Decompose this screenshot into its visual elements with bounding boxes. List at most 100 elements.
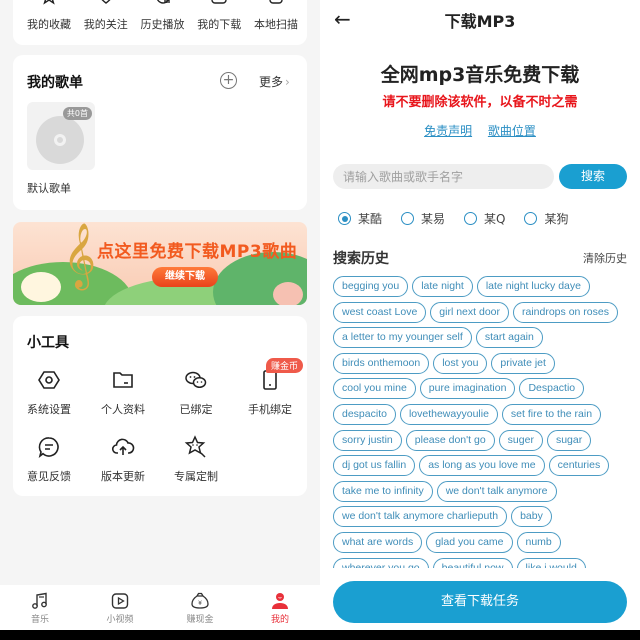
- history-chip[interactable]: Despactio: [519, 378, 585, 400]
- tool-label: 手机绑定: [248, 403, 292, 416]
- tool-customize[interactable]: 专属定制: [161, 435, 231, 484]
- radio-selected-icon: [338, 212, 351, 225]
- tool-settings[interactable]: 系统设置: [14, 368, 84, 417]
- history-chip[interactable]: we don't talk anymore: [436, 480, 557, 502]
- tab-earn-cash[interactable]: ¥ 赚现金: [160, 585, 240, 630]
- history-chip[interactable]: baby: [511, 506, 552, 528]
- history-row: despacito lovethewayyoulie set fire to the…: [333, 402, 633, 428]
- history-chip[interactable]: what are words: [333, 531, 423, 553]
- history-chip[interactable]: a letter to my younger self: [333, 327, 472, 349]
- source-option-kugou[interactable]: 某狗: [524, 210, 569, 227]
- tool-label: 系统设置: [27, 403, 71, 416]
- tool-profile[interactable]: 个人资料: [88, 368, 158, 417]
- search-button[interactable]: 搜索: [559, 164, 627, 189]
- search-input[interactable]: [333, 164, 554, 189]
- history-chip[interactable]: late night lucky daye: [476, 276, 590, 297]
- history-chip[interactable]: centuries: [548, 455, 610, 477]
- history-chip[interactable]: take me to infinity: [333, 480, 433, 502]
- history-chip[interactable]: lost you: [433, 352, 488, 374]
- disclaimer-link[interactable]: 免责声明: [424, 124, 472, 138]
- history-chip[interactable]: numb: [516, 531, 561, 553]
- source-label: 某Q: [484, 212, 506, 226]
- source-label: 某狗: [544, 212, 569, 226]
- history-chip[interactable]: pure imagination: [419, 378, 516, 400]
- quick-item-label: 我的下载: [197, 18, 242, 31]
- tab-short-video[interactable]: 小视频: [80, 585, 160, 630]
- history-chip[interactable]: please don't go: [405, 429, 495, 451]
- promo-banner[interactable]: 𝄞 点这里免费下载MP3歌曲 继续下载: [13, 222, 307, 305]
- tool-bound[interactable]: 已绑定: [161, 368, 231, 417]
- history-chip[interactable]: lovethewayyoulie: [399, 403, 498, 425]
- plus-circle-icon[interactable]: +: [220, 72, 237, 89]
- history-chip[interactable]: as long as you love me: [419, 455, 545, 477]
- history-chip[interactable]: sugar: [546, 429, 592, 451]
- disc-icon: [36, 116, 84, 164]
- quick-item-following[interactable]: 我的关注: [78, 0, 134, 32]
- folder-icon: [113, 372, 133, 388]
- history-chip[interactable]: dj got us fallin: [333, 455, 416, 477]
- download-mp3-page: ← 下载MP3 全网mp3音乐免费下载 请不要删除该软件，以备不时之需 免责声明…: [320, 0, 640, 630]
- history-chip[interactable]: birds onthemoon: [333, 352, 430, 374]
- history-chip[interactable]: begging you: [333, 276, 409, 297]
- star-icon: [43, 0, 55, 5]
- history-chip[interactable]: suger: [498, 429, 543, 451]
- chevron-right-icon: ›: [285, 75, 290, 89]
- tab-label: 音乐: [30, 615, 49, 625]
- tool-label: 专属定制: [174, 470, 218, 483]
- tool-label: 已绑定: [179, 403, 213, 416]
- clear-history-button[interactable]: 清除历史: [583, 250, 627, 266]
- tool-phone-binding[interactable]: 手机绑定: [235, 368, 305, 417]
- history-chip[interactable]: sorry justin: [333, 429, 402, 451]
- history-chip[interactable]: cool you mine: [333, 378, 416, 400]
- banner-decoration: [21, 272, 61, 302]
- user-icon: [272, 593, 288, 609]
- history-chip[interactable]: start again: [475, 327, 543, 349]
- history-chip[interactable]: girl next door: [430, 301, 509, 323]
- quick-item-label: 我的关注: [83, 18, 128, 31]
- history-chip[interactable]: we don't talk anymore charlieputh: [333, 506, 508, 528]
- quick-item-downloads[interactable]: 我的下载: [191, 0, 247, 32]
- tool-feedback[interactable]: 意见反馈: [14, 435, 84, 484]
- download-icon: [211, 0, 227, 4]
- playlist-cover[interactable]: 共0首: [27, 102, 95, 170]
- more-link[interactable]: 更多 ›: [259, 73, 290, 90]
- history-row: cool you mine pure imagination Despactio: [333, 376, 633, 402]
- source-option-kugou-alt[interactable]: 某酷: [338, 210, 382, 227]
- history-chip[interactable]: private jet: [491, 352, 555, 374]
- history-chip[interactable]: despacito: [333, 403, 396, 425]
- svg-text:¥: ¥: [198, 600, 202, 607]
- history-chip[interactable]: raindrops on roses: [513, 301, 618, 323]
- source-label: 某易: [421, 212, 446, 226]
- source-option-netease[interactable]: 某易: [401, 210, 445, 227]
- quick-item-local-scan[interactable]: 本地扫描: [248, 0, 304, 32]
- quick-item-label: 我的收藏: [27, 18, 71, 31]
- view-download-tasks-button[interactable]: 查看下载任务: [333, 581, 627, 623]
- source-label: 某酷: [358, 212, 383, 226]
- bottom-tab-bar: 音乐 小视频 ¥ 赚现金 我的: [0, 585, 320, 630]
- heart-icon: [101, 0, 111, 4]
- tab-mine[interactable]: 我的: [240, 585, 320, 630]
- quick-item-favorites[interactable]: 我的收藏: [21, 0, 77, 32]
- history-chip[interactable]: set fire to the rain: [501, 403, 602, 425]
- tool-update[interactable]: 版本更新: [88, 435, 158, 484]
- tab-label: 小视频: [106, 615, 134, 625]
- cloud-upload-icon: [111, 438, 135, 455]
- tools-card: 小工具 系统设置 个人资料 已绑定 手机绑定 意见反馈 版本更新 专属定制: [13, 316, 307, 496]
- history-chip[interactable]: late night: [412, 276, 473, 297]
- tab-music[interactable]: 音乐: [0, 585, 80, 630]
- source-option-qq[interactable]: 某Q: [464, 210, 505, 227]
- history-chip[interactable]: glad you came: [426, 531, 513, 553]
- feedback-icon: [38, 437, 59, 459]
- quick-item-history[interactable]: 历史播放: [135, 0, 191, 32]
- wechat-icon: [185, 371, 207, 389]
- section-title: 小工具: [27, 335, 69, 351]
- my-page: 我的收藏 我的关注 历史播放 我的下载 本地扫描 我的歌单 + 更多 › 共0首…: [0, 0, 320, 630]
- video-play-icon: [111, 593, 129, 609]
- song-location-link[interactable]: 歌曲位置: [488, 124, 536, 138]
- headline: 全网mp3音乐免费下载: [380, 64, 580, 86]
- continue-download-button[interactable]: 继续下载: [152, 267, 218, 287]
- playlist-name[interactable]: 默认歌单: [27, 180, 71, 196]
- search-history-list: begging you late night late night lucky da…: [333, 274, 633, 574]
- my-playlists-card: 我的歌单 + 更多 › 共0首 默认歌单: [13, 55, 307, 210]
- history-chip[interactable]: west coast Love: [333, 301, 427, 323]
